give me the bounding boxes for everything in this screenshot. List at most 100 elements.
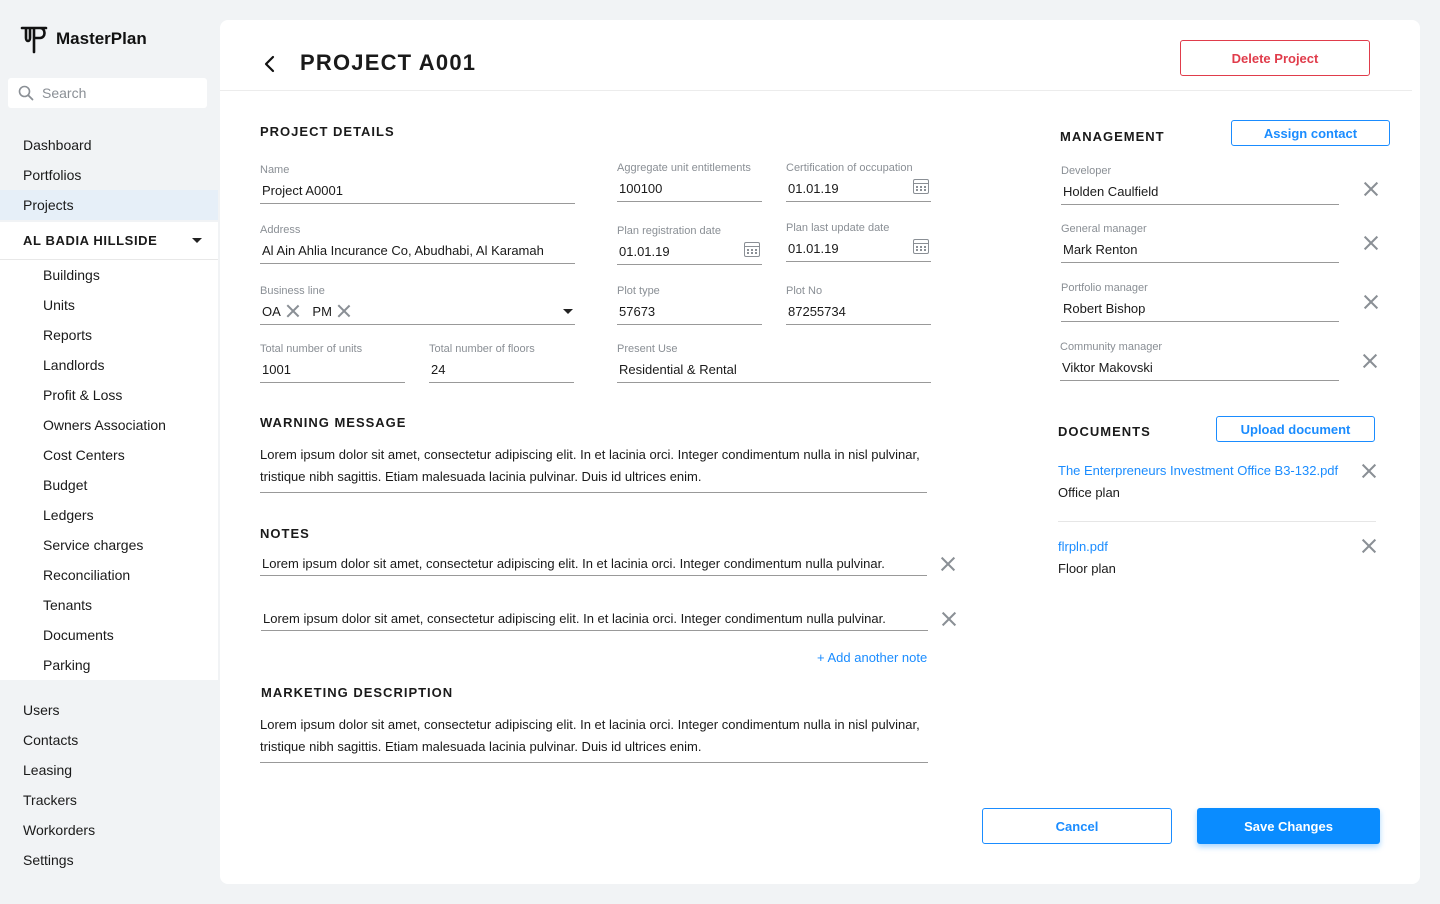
- subnav-item-service-charges[interactable]: Service charges: [0, 530, 218, 560]
- developer-field[interactable]: Developer Holden Caulfield: [1061, 165, 1339, 205]
- chip-oa: OA: [262, 304, 299, 319]
- plot-type-input[interactable]: 57673: [617, 303, 762, 325]
- business-line-select[interactable]: OA PM: [260, 303, 575, 325]
- subnav-item-documents[interactable]: Documents: [0, 620, 218, 650]
- general-manager-input[interactable]: Mark Renton: [1061, 241, 1339, 263]
- warning-textarea[interactable]: Lorem ipsum dolor sit amet, consectetur …: [260, 444, 927, 493]
- plan-update-label: Plan last update date: [786, 222, 890, 234]
- remove-chip-icon[interactable]: [287, 305, 299, 317]
- project-card: PROJECT A001 Delete Project PROJECT DETA…: [220, 20, 1420, 884]
- document-link[interactable]: The Enterpreneurs Investment Office B3-1…: [1058, 463, 1338, 478]
- nav-item-workorders[interactable]: Workorders: [0, 815, 218, 845]
- assign-contact-button[interactable]: Assign contact: [1231, 120, 1390, 146]
- nav-item-portfolios[interactable]: Portfolios: [0, 160, 218, 190]
- subnav-item-reconciliation[interactable]: Reconciliation: [0, 560, 218, 590]
- remove-document-icon[interactable]: [1362, 539, 1376, 553]
- remove-contact-icon[interactable]: [1364, 182, 1378, 196]
- subnav-item-profit-loss[interactable]: Profit & Loss: [0, 380, 218, 410]
- back-arrow-icon[interactable]: [260, 54, 280, 74]
- certification-input[interactable]: 01.01.19: [786, 179, 931, 202]
- certification-value: 01.01.19: [788, 180, 839, 196]
- chevron-down-icon[interactable]: [563, 308, 573, 314]
- note-input[interactable]: Lorem ipsum dolor sit amet, consectetur …: [260, 556, 927, 576]
- upload-document-button[interactable]: Upload document: [1216, 416, 1375, 442]
- plan-registration-input[interactable]: 01.01.19: [617, 242, 762, 265]
- business-line-field[interactable]: Business line OA PM: [260, 285, 575, 325]
- name-input[interactable]: Project A0001: [260, 182, 575, 204]
- name-label: Name: [260, 164, 290, 176]
- remove-note-icon[interactable]: [941, 557, 955, 571]
- floors-value: 24: [431, 361, 446, 377]
- subnav-item-ledgers[interactable]: Ledgers: [0, 500, 218, 530]
- remove-contact-icon[interactable]: [1363, 354, 1377, 368]
- plan-registration-field[interactable]: Plan registration date 01.01.19: [617, 225, 762, 265]
- remove-note-icon[interactable]: [942, 612, 956, 626]
- subnav-item-landlords[interactable]: Landlords: [0, 350, 218, 380]
- chevron-down-icon: [192, 238, 202, 243]
- developer-input[interactable]: Holden Caulfield: [1061, 183, 1339, 205]
- subnav-item-cost-centers[interactable]: Cost Centers: [0, 440, 218, 470]
- remove-contact-icon[interactable]: [1364, 295, 1378, 309]
- subnav-item-buildings[interactable]: Buildings: [0, 260, 218, 290]
- subnav-item-parking[interactable]: Parking: [0, 650, 218, 680]
- portfolio-manager-field[interactable]: Portfolio manager Robert Bishop: [1061, 282, 1339, 322]
- aggregate-input[interactable]: 100100: [617, 180, 762, 202]
- address-input[interactable]: Al Ain Ahlia Incurance Co, Abudhabi, Al …: [260, 242, 575, 264]
- bottom-nav: Users Contacts Leasing Trackers Workorde…: [0, 695, 218, 875]
- note-input[interactable]: Lorem ipsum dolor sit amet, consectetur …: [261, 611, 928, 631]
- remove-contact-icon[interactable]: [1364, 236, 1378, 250]
- plan-update-input[interactable]: 01.01.19: [786, 239, 931, 262]
- marketing-textarea[interactable]: Lorem ipsum dolor sit amet, consectetur …: [260, 714, 928, 763]
- calendar-icon[interactable]: [913, 239, 929, 254]
- logo[interactable]: MasterPlan: [20, 24, 147, 54]
- plan-update-field[interactable]: Plan last update date 01.01.19: [786, 222, 931, 262]
- community-manager-label: Community manager: [1060, 341, 1163, 353]
- subnav-item-reports[interactable]: Reports: [0, 320, 218, 350]
- units-input[interactable]: 1001: [260, 361, 405, 383]
- plan-registration-value: 01.01.19: [619, 243, 670, 259]
- present-use-field[interactable]: Present Use Residential & Rental: [617, 343, 931, 383]
- remove-chip-icon[interactable]: [338, 305, 350, 317]
- present-use-input[interactable]: Residential & Rental: [617, 361, 931, 383]
- nav-item-leasing[interactable]: Leasing: [0, 755, 218, 785]
- calendar-icon[interactable]: [744, 242, 760, 257]
- certification-field[interactable]: Certification of occupation 01.01.19: [786, 162, 931, 202]
- cancel-button[interactable]: Cancel: [982, 808, 1172, 844]
- add-note-link[interactable]: + Add another note: [817, 650, 927, 665]
- certification-label: Certification of occupation: [786, 162, 913, 174]
- portfolio-manager-input[interactable]: Robert Bishop: [1061, 300, 1339, 322]
- nav-item-trackers[interactable]: Trackers: [0, 785, 218, 815]
- floors-input[interactable]: 24: [429, 361, 574, 383]
- project-selector[interactable]: AL BADIA HILLSIDE: [0, 222, 218, 260]
- plot-no-label: Plot No: [786, 285, 823, 297]
- nav-item-dashboard[interactable]: Dashboard: [0, 130, 218, 160]
- subnav-item-budget[interactable]: Budget: [0, 470, 218, 500]
- subnav-item-units[interactable]: Units: [0, 290, 218, 320]
- name-field[interactable]: Name Project A0001: [260, 164, 575, 204]
- search-input[interactable]: [42, 85, 192, 101]
- plot-type-field[interactable]: Plot type 57673: [617, 285, 762, 325]
- nav-item-users[interactable]: Users: [0, 695, 218, 725]
- nav-item-contacts[interactable]: Contacts: [0, 725, 218, 755]
- nav-item-settings[interactable]: Settings: [0, 845, 218, 875]
- calendar-icon[interactable]: [913, 179, 929, 194]
- plot-no-input[interactable]: 87255734: [786, 303, 931, 325]
- document-divider: [1058, 521, 1376, 522]
- community-manager-input[interactable]: Viktor Makovski: [1060, 359, 1339, 381]
- general-manager-field[interactable]: General manager Mark Renton: [1061, 223, 1339, 263]
- floors-label: Total number of floors: [429, 343, 535, 355]
- document-link[interactable]: flrpln.pdf: [1058, 539, 1108, 554]
- save-changes-button[interactable]: Save Changes: [1197, 808, 1380, 844]
- remove-document-icon[interactable]: [1362, 464, 1376, 478]
- aggregate-field[interactable]: Aggregate unit entitlements 100100: [617, 162, 762, 202]
- community-manager-field[interactable]: Community manager Viktor Makovski: [1060, 341, 1339, 381]
- delete-project-button[interactable]: Delete Project: [1180, 40, 1370, 76]
- floors-field[interactable]: Total number of floors 24: [429, 343, 574, 383]
- management-heading: MANAGEMENT: [1060, 129, 1165, 144]
- units-field[interactable]: Total number of units 1001: [260, 343, 405, 383]
- plot-no-field[interactable]: Plot No 87255734: [786, 285, 931, 325]
- subnav-item-owners-association[interactable]: Owners Association: [0, 410, 218, 440]
- subnav-item-tenants[interactable]: Tenants: [0, 590, 218, 620]
- address-field[interactable]: Address Al Ain Ahlia Incurance Co, Abudh…: [260, 224, 575, 264]
- nav-item-projects[interactable]: Projects: [0, 190, 218, 220]
